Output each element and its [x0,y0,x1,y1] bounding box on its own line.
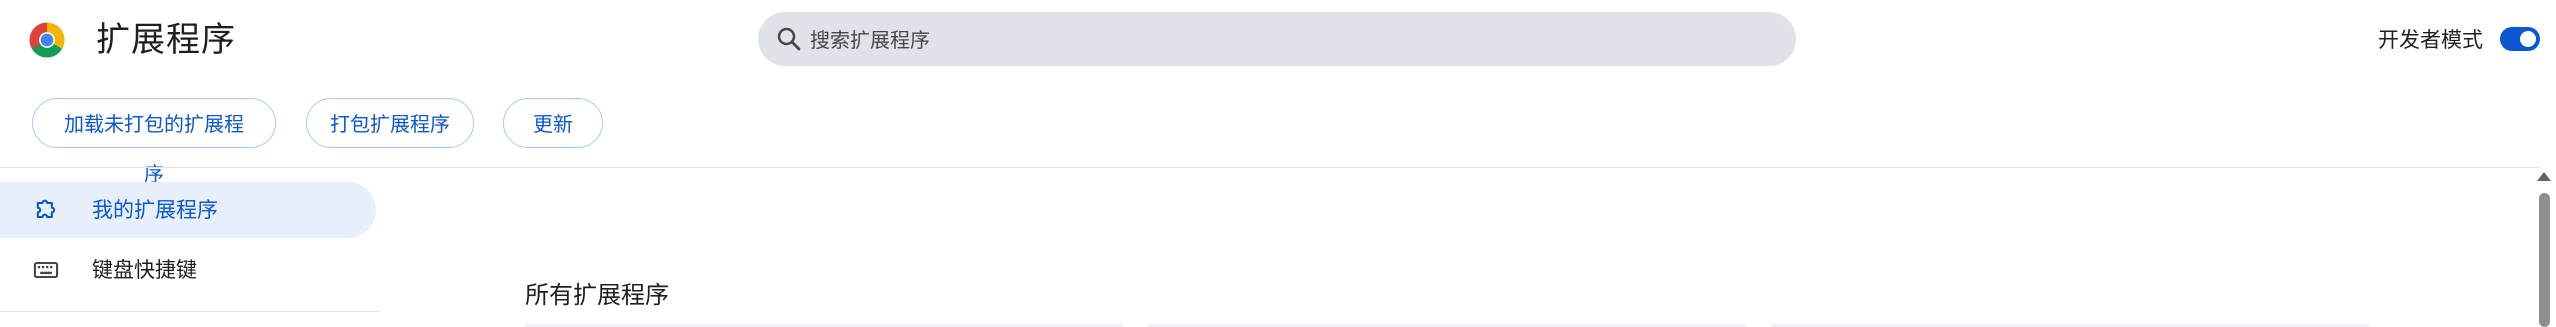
search-input[interactable] [808,12,1772,68]
load-unpacked-button[interactable]: 加载未打包的扩展程序 [32,98,276,186]
pack-extension-button[interactable]: 打包扩展程序 [306,98,474,148]
scroll-up-arrow-icon[interactable] [2537,172,2551,181]
update-button[interactable]: 更新 [503,98,603,148]
sidebar-item-keyboard-shortcuts[interactable]: 键盘快捷键 [0,242,376,298]
section-title: 所有扩展程序 [525,281,669,309]
toolbar-divider [0,167,2540,168]
sidebar-item-my-extensions[interactable]: 我的扩展程序 [0,182,376,238]
developer-mode-toggle[interactable] [2500,27,2540,51]
keyboard-icon [33,261,59,279]
sidebar-item-label: 我的扩展程序 [92,198,218,222]
chrome-logo-icon [29,22,65,58]
extensions-page: 扩展程序 开发者模式 加载未打包的扩展程序 打包扩展程序 更新 我的扩展程序 [0,0,2556,327]
scrollbar-thumb[interactable] [2539,193,2550,327]
puzzle-piece-icon [36,199,56,219]
search-icon [777,27,801,51]
sidebar-divider [0,311,380,312]
page-title: 扩展程序 [96,20,236,60]
sidebar-item-label: 键盘快捷键 [92,258,197,282]
developer-mode-label: 开发者模式 [2378,28,2483,52]
toggle-knob [2520,31,2536,47]
search-bar[interactable] [758,12,1796,68]
